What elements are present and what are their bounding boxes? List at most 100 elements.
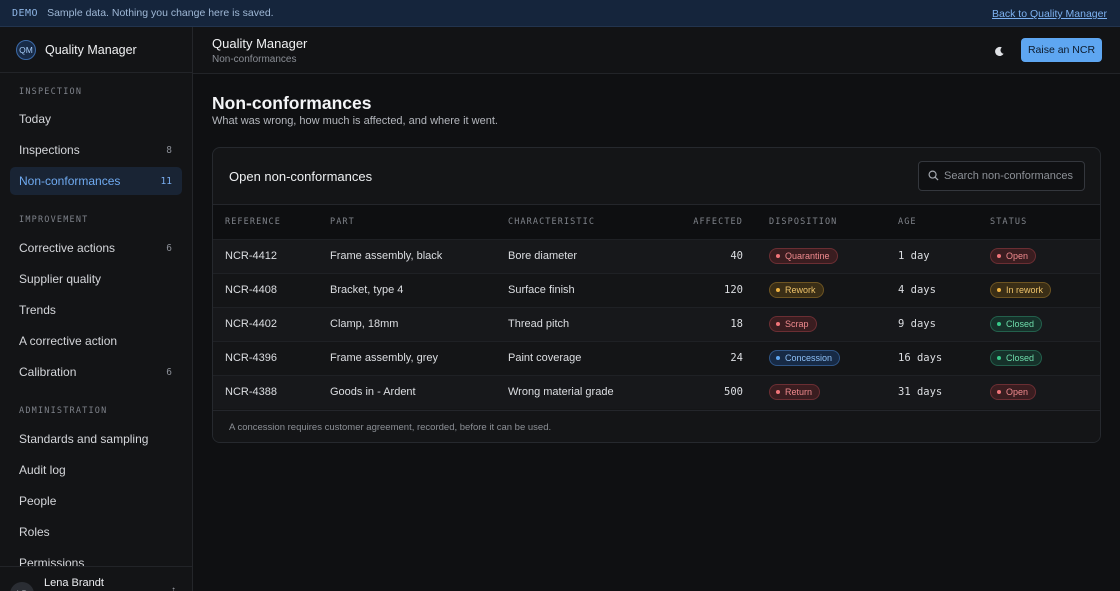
card-footer: A concession requires customer agreement… xyxy=(213,410,1100,442)
sidebar-item-trends[interactable]: Trends xyxy=(10,296,182,324)
column-header-part[interactable]: PART xyxy=(330,205,508,239)
sidebar-item-label: Non-conformances xyxy=(19,174,121,188)
search-icon xyxy=(928,170,939,181)
sidebar-item-roles[interactable]: Roles xyxy=(10,518,182,546)
column-header-characteristic[interactable]: CHARACTERISTIC xyxy=(508,205,678,239)
column-header-reference[interactable]: REFERENCE xyxy=(213,205,330,239)
cell-affected: 24 xyxy=(730,352,743,364)
cell-part: Frame assembly, grey xyxy=(330,352,438,364)
back-to-app-link[interactable]: Back to Quality Manager xyxy=(992,8,1107,20)
demo-banner: DEMO Sample data. Nothing you change her… xyxy=(0,0,1120,27)
column-header-status[interactable]: STATUS xyxy=(990,205,1100,239)
cell-age: 4 days xyxy=(898,284,936,296)
topbar: Quality Manager Non-conformances Raise a… xyxy=(193,27,1120,74)
table-row[interactable]: NCR-4396 Frame assembly, grey Paint cove… xyxy=(213,341,1100,375)
column-header-disposition[interactable]: DISPOSITION xyxy=(769,205,898,239)
cell-affected: 40 xyxy=(730,250,743,262)
sidebar-item-count: 6 xyxy=(166,366,172,378)
badge-label: Scrap xyxy=(785,319,809,329)
table-row[interactable]: NCR-4388 Goods in - Ardent Wrong materia… xyxy=(213,375,1100,409)
brand[interactable]: QM Quality Manager xyxy=(0,27,192,73)
sidebar-item-audit-log[interactable]: Audit log xyxy=(10,456,182,484)
cell-age: 31 days xyxy=(898,386,943,399)
moon-icon[interactable] xyxy=(991,43,1007,59)
sidebar-item-a-corrective-action[interactable]: A corrective action xyxy=(10,327,182,355)
sidebar-item-label: Calibration xyxy=(19,365,77,379)
sidebar-item-label: Trends xyxy=(19,303,56,317)
cell-part: Frame assembly, black xyxy=(330,250,443,262)
footer-note: A concession requires customer agreement… xyxy=(229,422,552,433)
app-logo: QM xyxy=(16,39,36,60)
column-header-affected[interactable]: AFFECTED xyxy=(678,205,769,239)
sidebar-item-count: 6 xyxy=(166,242,172,254)
sidebar-item-label: Roles xyxy=(19,525,50,539)
search-box[interactable] xyxy=(918,161,1085,191)
badge-label: Open xyxy=(1006,251,1029,261)
table-row[interactable]: NCR-4402 Clamp, 18mm Thread pitch 18 Scr… xyxy=(213,307,1100,341)
badge-label: In rework xyxy=(1006,285,1044,295)
status-badge: Open xyxy=(990,248,1037,264)
cell-reference: NCR-4396 xyxy=(225,352,277,364)
page-title: Non-conformances xyxy=(212,93,372,113)
table-row[interactable]: NCR-4412 Frame assembly, black Bore diam… xyxy=(213,239,1100,273)
cell-disposition: Rework xyxy=(769,273,898,307)
badge-label: Closed xyxy=(1006,319,1035,329)
sidebar-item-standards-and-sampling[interactable]: Standards and sampling xyxy=(10,425,182,453)
demo-tag: DEMO xyxy=(12,7,39,19)
cell-affected: 500 xyxy=(724,386,743,399)
badge-label: Rework xyxy=(785,285,816,295)
search-input[interactable] xyxy=(944,162,1082,190)
cell-affected: 120 xyxy=(724,284,743,296)
table-row[interactable]: NCR-4408 Bracket, type 4 Surface finish … xyxy=(213,273,1100,307)
disposition-badge: Return xyxy=(769,384,821,401)
sidebar-item-label: A corrective action xyxy=(19,334,118,348)
sidebar-item-inspections[interactable]: Inspections 8 xyxy=(10,136,182,164)
column-header-age[interactable]: AGE xyxy=(898,205,990,239)
cell-reference: NCR-4412 xyxy=(225,250,277,262)
avatar: LB xyxy=(10,582,34,591)
cell-status: Closed xyxy=(990,307,1100,341)
badge-label: Quarantine xyxy=(785,251,830,261)
badge-label: Return xyxy=(785,387,813,398)
badge-label: Closed xyxy=(1006,353,1035,363)
sidebar-item-label: Inspections xyxy=(19,143,80,157)
disposition-badge: Rework xyxy=(769,282,824,298)
sidebar-item-corrective-actions[interactable]: Corrective actions 6 xyxy=(10,234,182,262)
user-name: Lena Brandt xyxy=(44,577,104,589)
expand-icon[interactable]: ↕ xyxy=(171,585,176,591)
cell-characteristic: Surface finish xyxy=(508,284,575,296)
status-badge: Closed xyxy=(990,350,1043,366)
section-improvement: IMPROVEMENT xyxy=(19,215,89,225)
cell-characteristic: Wrong material grade xyxy=(508,386,614,399)
cell-disposition: Return xyxy=(769,375,898,409)
status-badge: In rework xyxy=(990,282,1052,298)
cell-reference: NCR-4408 xyxy=(225,284,277,296)
sidebar-item-supplier-quality[interactable]: Supplier quality xyxy=(10,265,182,293)
cell-disposition: Scrap xyxy=(769,307,898,341)
status-badge: Closed xyxy=(990,316,1043,332)
sidebar-item-label: Standards and sampling xyxy=(19,432,149,446)
sidebar-item-label: Audit log xyxy=(19,463,66,477)
disposition-badge: Scrap xyxy=(769,316,817,332)
sidebar-item-non-conformances[interactable]: Non-conformances 11 xyxy=(10,167,182,195)
app-name: Quality Manager xyxy=(45,42,137,57)
card-title: Open non-conformances xyxy=(229,169,373,184)
demo-message: Sample data. Nothing you change here is … xyxy=(47,7,274,19)
status-dot-icon xyxy=(776,356,780,360)
user-profile[interactable]: LB Lena Brandt ↕ xyxy=(0,566,192,591)
sidebar-item-label: Today xyxy=(19,112,52,126)
section-inspection: INSPECTION xyxy=(19,87,83,97)
sidebar-item-people[interactable]: People xyxy=(10,487,182,515)
sidebar-item-calibration[interactable]: Calibration 6 xyxy=(10,358,182,386)
sidebar-item-label: Corrective actions xyxy=(19,241,116,255)
raise-ncr-button[interactable]: Raise an NCR xyxy=(1021,38,1102,62)
cell-status: Open xyxy=(990,375,1100,409)
status-dot-icon xyxy=(776,288,780,292)
cell-status: Open xyxy=(990,239,1100,273)
breadcrumb: Non-conformances xyxy=(212,54,297,65)
cell-part: Bracket, type 4 xyxy=(330,284,404,296)
cell-characteristic: Bore diameter xyxy=(508,250,578,262)
sidebar-item-count: 11 xyxy=(160,175,172,187)
sidebar-item-today[interactable]: Today xyxy=(10,105,182,133)
disposition-badge: Concession xyxy=(769,350,841,366)
